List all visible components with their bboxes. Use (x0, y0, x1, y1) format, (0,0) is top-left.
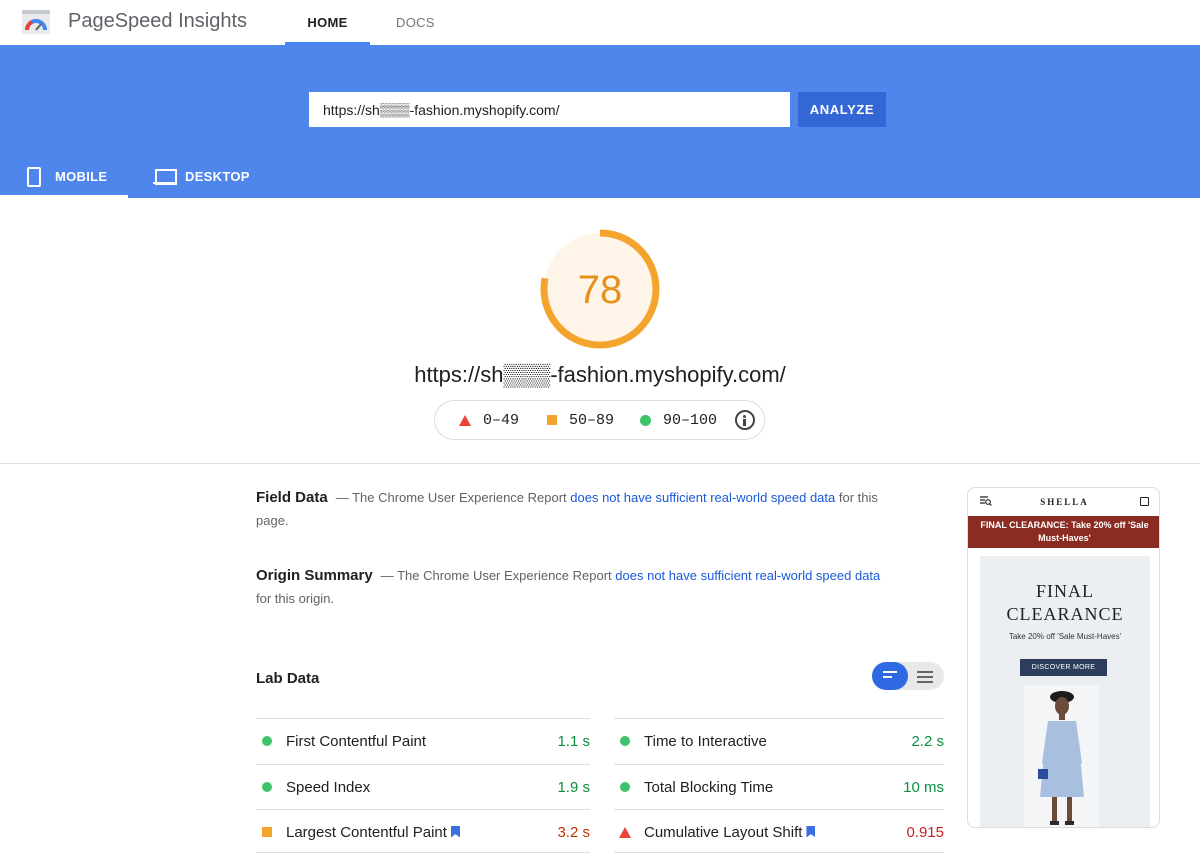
field-data-text: — The Chrome User Experience Report (335, 490, 571, 505)
search-band: ANALYZE MOBILE DESKTOP (0, 45, 1200, 198)
nav-tab-docs[interactable]: DOCS (396, 15, 435, 30)
metric-label: First Contentful Paint (286, 732, 427, 750)
performance-score-gauge: 78 (540, 229, 660, 349)
metric-label: Cumulative Layout Shift (644, 823, 803, 841)
metric-row: First Contentful Paint 1.1 s (256, 718, 590, 763)
screenshot-header: SHELLA (968, 488, 1159, 516)
good-status-icon (262, 736, 272, 746)
analyze-button[interactable]: ANALYZE (798, 92, 886, 127)
tab-mobile[interactable]: MOBILE (0, 155, 128, 198)
circle-icon (640, 414, 652, 426)
analyzed-url: https://sh▒▒▒-fashion.myshopify.com/ (414, 362, 786, 387)
tab-mobile-label: MOBILE (55, 169, 108, 184)
hero-subtitle: Take 20% off 'Sale Must-Haves' (1008, 632, 1122, 641)
list-lines-icon[interactable] (917, 671, 933, 686)
metric-value: 0.915 (906, 823, 944, 841)
smartphone-icon (27, 166, 41, 187)
tab-desktop[interactable]: DESKTOP (153, 155, 250, 198)
origin-summary-title: Origin Summary (256, 567, 373, 584)
metric-row: Largest Contentful Paint 3.2 s (256, 809, 590, 854)
metric-label: Time to Interactive (644, 732, 767, 750)
field-data-link[interactable]: does not have sufficient real-world spee… (570, 490, 835, 505)
field-data-section: Field Data — The Chrome User Experience R… (256, 486, 896, 532)
model-photo (1024, 685, 1099, 827)
hero-title-line-2: CLEARANCE (1006, 604, 1124, 624)
square-icon (547, 415, 558, 425)
legend-average: 50–89 (547, 412, 614, 429)
compact-view-button[interactable] (872, 662, 908, 690)
bookmark-icon (806, 825, 816, 838)
legend-average-label: 50–89 (569, 411, 615, 429)
metric-row: Total Blocking Time 10 ms (614, 764, 944, 809)
hero-title: FINAL CLEARANCE (980, 580, 1150, 626)
legend-good: 90–100 (640, 412, 717, 429)
laptop-icon (153, 168, 177, 185)
top-nav: PageSpeed Insights HOME DOCS (0, 0, 1200, 45)
tab-desktop-label: DESKTOP (185, 169, 250, 184)
score-legend: 0–49 50–89 90–100 (434, 400, 765, 440)
legend-poor: 0–49 (459, 412, 519, 429)
info-icon[interactable] (735, 410, 756, 430)
origin-summary-section: Origin Summary — The Chrome User Experien… (256, 564, 896, 610)
view-toggle[interactable] (872, 662, 944, 690)
shopping-bag-icon (1140, 497, 1149, 506)
url-input[interactable] (309, 92, 790, 127)
hero-title-line-1: FINAL (1036, 581, 1094, 601)
origin-summary-text-end: for this origin. (256, 591, 335, 606)
triangle-icon (459, 414, 471, 426)
origin-summary-link[interactable]: does not have sufficient real-world spee… (615, 568, 880, 583)
good-status-icon (620, 736, 630, 746)
metric-label: Speed Index (286, 778, 371, 796)
metric-label: Largest Contentful Paint (286, 823, 447, 841)
good-status-icon (262, 782, 272, 792)
metric-value: 10 ms (903, 778, 944, 796)
bookmark-icon (450, 825, 460, 838)
metric-value: 2.2 s (911, 732, 944, 750)
short-lines-icon (883, 671, 897, 681)
app-title: PageSpeed Insights (68, 10, 248, 32)
legend-good-label: 90–100 (663, 411, 718, 429)
promo-banner: FINAL CLEARANCE: Take 20% off 'Sale Must… (968, 516, 1159, 548)
divider (614, 852, 944, 853)
score-value: 78 (578, 268, 623, 312)
metric-row: Cumulative Layout Shift 0.915 (614, 809, 944, 854)
origin-summary-text: — The Chrome User Experience Report (380, 568, 616, 583)
metric-row: Time to Interactive 2.2 s (614, 718, 944, 763)
discover-more-button: DISCOVER MORE (1020, 659, 1107, 676)
metric-row: Speed Index 1.9 s (256, 764, 590, 809)
metric-label: Total Blocking Time (644, 778, 774, 796)
nav-tab-home[interactable]: HOME (285, 15, 370, 45)
average-status-icon (262, 827, 272, 837)
divider (256, 852, 590, 853)
shop-brand: SHELLA (1040, 497, 1089, 507)
page-screenshot-thumbnail: SHELLA FINAL CLEARANCE: Take 20% off 'Sa… (967, 487, 1160, 828)
pagespeed-logo-icon[interactable] (22, 10, 50, 34)
hero-banner: FINAL CLEARANCE Take 20% off 'Sale Must-… (980, 556, 1150, 827)
metric-value: 1.1 s (557, 732, 590, 750)
divider (0, 463, 1200, 464)
poor-status-icon (619, 826, 631, 838)
good-status-icon (620, 782, 630, 792)
metric-value: 3.2 s (557, 823, 590, 841)
lab-data-title: Lab Data (256, 670, 320, 687)
legend-poor-label: 0–49 (483, 411, 520, 429)
field-data-title: Field Data (256, 489, 328, 506)
metric-value: 1.9 s (557, 778, 590, 796)
